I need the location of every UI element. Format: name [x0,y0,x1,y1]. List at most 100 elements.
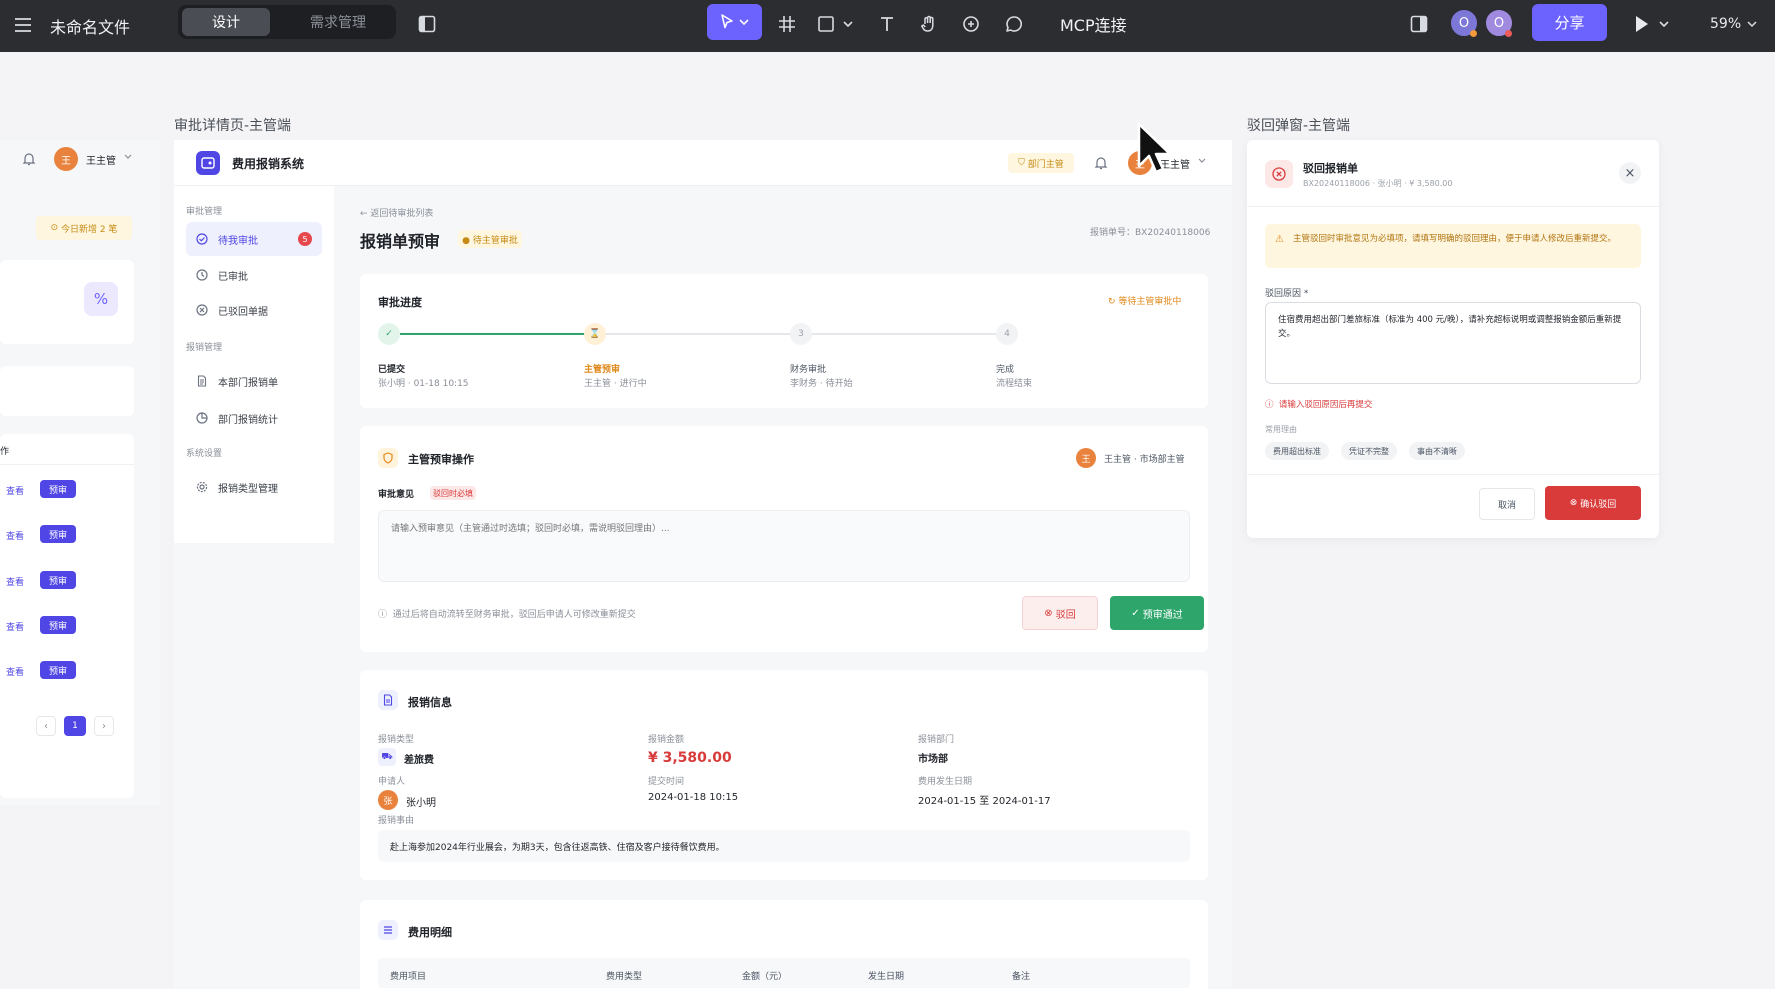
check-circle-icon [196,233,208,245]
sidebar-item-pending[interactable]: 待我审批 5 [186,222,322,256]
view-link[interactable]: 查看 [6,484,24,497]
cancel-button[interactable]: 取消 [1479,488,1535,520]
table-header: 备注 [1012,972,1031,982]
divider [1247,474,1659,475]
prev-page-button[interactable]: ‹ [36,716,56,736]
design-canvas[interactable]: 审批详情页-主管端 驳回弹窗-主管端 王 王主管 ⊙ 今日新增 2 笔 % 作 … [0,52,1775,989]
avatar: 王 [1076,448,1096,468]
submit-time-label: 提交时间 [648,777,685,787]
page-1-button[interactable]: 1 [64,716,86,736]
progress-line [812,333,1008,335]
expense-detail-title: 费用明细 [408,926,452,939]
step-label: 已提交 [378,365,406,375]
tab-design[interactable]: 设计 [182,8,270,36]
step-sub: 张小明 · 01-18 10:15 [378,379,469,389]
review-operation-card: 主管预审操作 王 王主管 · 市场部主管 审批意见 驳回时必填 ⓘ 通过后将自动… [360,426,1208,652]
approval-detail-frame: 费用报销系统 ⛉ 部门主管 王 王主管 审批管理 待我审批 5 已审批 [174,140,1232,989]
sidebar-group-settings: 系统设置 [186,449,223,459]
view-link[interactable]: 查看 [6,529,24,542]
warning-alert: ⚠ 主管驳回时审批意见为必填项，请填写明确的驳回理由，便于申请人修改后重新提交。 [1265,224,1641,268]
reject-reason-textarea[interactable]: 住宿费用超出部门差旅标准（标准为 400 元/晚），请补充超标说明或调整报销金额… [1265,302,1641,384]
hand-tool-icon[interactable] [916,11,942,37]
review-button[interactable]: 预审 [40,525,76,543]
flow-hint-text: 通过后将自动流转至财务审批，驳回后申请人可修改重新提交 [392,610,636,620]
reject-button[interactable]: ⊗ 驳回 [1022,596,1098,630]
reason-chip[interactable]: 凭证不完整 [1341,442,1397,460]
chevron-down-icon[interactable] [1198,158,1206,164]
step-label: 完成 [996,365,1015,375]
share-button[interactable]: 分享 [1532,4,1607,41]
sidebar-item-rejected[interactable]: 已驳回单据 [186,293,322,327]
sidebar-item-label: 已审批 [218,271,248,283]
avatar: 张 [378,790,398,810]
text-tool-icon[interactable] [874,11,900,37]
confirm-reject-button[interactable]: ⊗ 确认驳回 [1545,486,1641,520]
frame-tool-icon[interactable] [774,11,800,37]
step-dot-finance: 3 [790,323,812,345]
reason-chip[interactable]: 费用超出标准 [1265,442,1329,460]
error-message-text: 请输入驳回原因后再提交 [1278,400,1373,410]
file-name[interactable]: 未命名文件 [50,14,130,38]
frame-label-detail[interactable]: 审批详情页-主管端 [174,115,291,135]
expense-detail-card: 费用明细 费用项目 费用类型 金额（元） 发生日期 备注 [360,900,1208,989]
progress-status: ↻ 等待主管审批中 [1108,297,1182,307]
form-number: 报销单号：BX20240118006 [1090,228,1211,238]
review-button[interactable]: 预审 [40,616,76,634]
review-button[interactable]: 预审 [40,480,76,498]
step-sub: 王主管 · 进行中 [584,379,647,389]
component-tool-icon[interactable] [958,11,984,37]
reimbursement-info-card: 报销信息 报销类型 ⛟ 差旅费 报销金额 ¥ 3,580.00 报销部门 市场部… [360,670,1208,880]
view-link[interactable]: 查看 [6,575,24,588]
comment-tool-icon[interactable] [1001,11,1027,37]
panel-toggle-icon[interactable] [414,11,440,37]
back-link[interactable]: ← 返回待审批列表 [360,206,433,219]
bell-icon[interactable] [1094,156,1108,170]
pending-count-badge: 5 [298,232,312,246]
sidebar-item-dept-stats[interactable]: 部门报销统计 [186,401,322,435]
sidebar-item-label: 待我审批 [218,235,258,247]
sidebar-item-types[interactable]: 报销类型管理 [186,470,322,504]
approve-button[interactable]: ✓ 预审通过 [1110,596,1204,630]
top-toolbar: 未命名文件 设计 需求管理 MCP连接 O O 分享 59% [0,0,1775,52]
dept-label: 报销部门 [918,735,955,745]
user-name[interactable]: 王主管 [86,152,116,167]
frame-label-modal[interactable]: 驳回弹窗-主管端 [1247,115,1350,135]
play-icon[interactable] [1630,11,1676,37]
reject-modal: 驳回报销单 BX20240118006 · 张小明 · ¥ 3,580.00 ×… [1247,140,1659,538]
next-page-button[interactable]: › [94,716,114,736]
presence-dot [1505,30,1512,37]
opinion-label: 审批意见 [378,490,415,500]
menu-icon[interactable] [10,12,36,38]
sidebar-item-dept-forms[interactable]: 本部门报销单 [186,364,322,398]
select-tool-button[interactable] [707,4,762,40]
bell-icon[interactable] [22,152,36,166]
reason-chip[interactable]: 事由不清晰 [1409,442,1465,460]
reason-label: 驳回原因 * [1265,289,1309,299]
opinion-textarea[interactable] [378,510,1190,582]
shape-tool-icon[interactable] [814,11,860,37]
tab-requirements[interactable]: 需求管理 [288,8,388,36]
today-new-text: 今日新增 2 笔 [60,224,118,235]
type-label: 报销类型 [378,735,415,745]
reason-value: 赴上海参加2024年行业展会，为期3天，包含往返高铁、住宿及客户接待餐饮费用。 [378,830,1190,862]
mcp-connect-button[interactable]: MCP连接 [1060,12,1127,36]
info-title: 报销信息 [408,696,452,709]
chevron-down-icon[interactable] [124,154,132,160]
table-header: 费用项目 [390,972,427,982]
zoom-level[interactable]: 59% [1710,12,1761,36]
close-icon[interactable]: × [1619,162,1641,184]
progress-line [606,333,802,335]
review-button[interactable]: 预审 [40,571,76,589]
view-link[interactable]: 查看 [6,665,24,678]
progress-line-done [400,333,596,335]
sidebar-item-approved[interactable]: 已审批 [186,258,322,292]
review-button[interactable]: 预审 [40,661,76,679]
sidebar-toggle-icon[interactable] [1406,11,1432,37]
train-icon: ⛟ [378,748,396,766]
avatar[interactable]: 王 [54,147,78,171]
presence-dot [1470,30,1477,37]
view-link[interactable]: 查看 [6,620,24,633]
step-dot-supervisor: ⌛ [584,323,606,345]
error-message: ⓘ 请输入驳回原因后再提交 [1265,400,1373,410]
step-dot-submitted: ✓ [378,323,400,345]
